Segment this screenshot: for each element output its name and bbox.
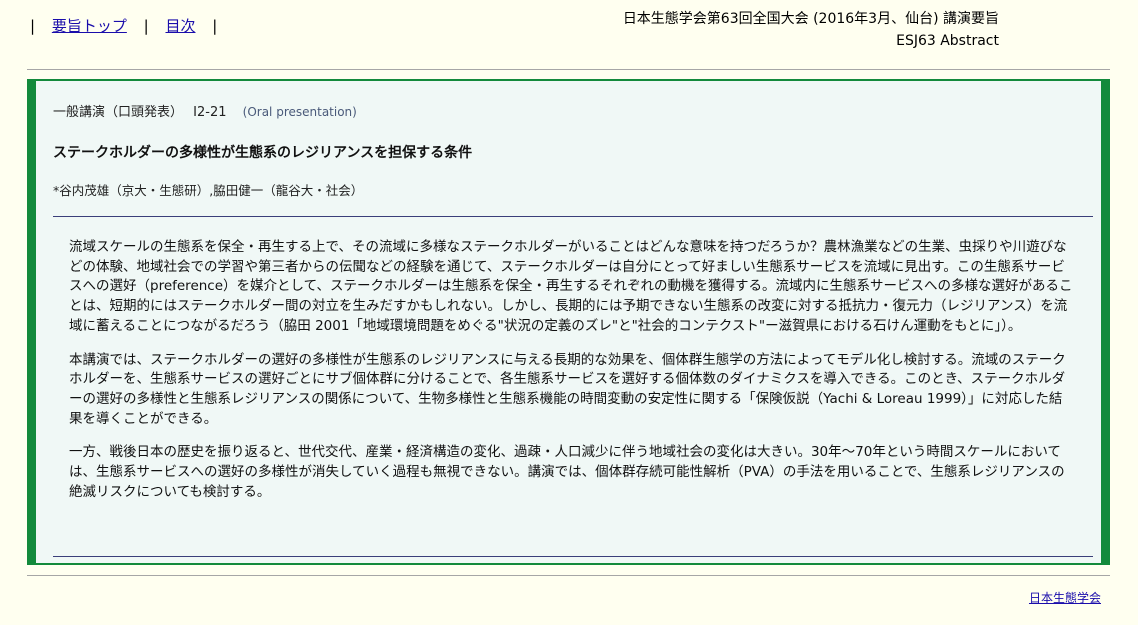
abstract-paragraph: 一方、戦後日本の歴史を振り返ると、世代交代、産業・経済構造の変化、過疎・人口減少… xyxy=(69,444,1065,500)
body-divider xyxy=(53,556,1093,557)
bottom-divider xyxy=(27,575,1110,576)
abstract-paragraph: 流域スケールの生態系を保全・再生する上で、その流域に多様なステークホルダーがいる… xyxy=(69,239,1073,334)
session-line: 一般講演（口頭発表） I2-21 (Oral presentation) xyxy=(53,101,357,124)
abstract-body: 流域スケールの生態系を保全・再生する上で、その流域に多様なステークホルダーがいる… xyxy=(69,238,1074,516)
table-of-contents-link[interactable]: 目次 xyxy=(165,17,195,35)
page: | 要旨トップ | 目次 | 日本生態学会第63回全国大会 (2016年3月、仙… xyxy=(0,0,1138,625)
presentation-type-en: (Oral presentation) xyxy=(242,105,357,119)
abstract-title: ステークホルダーの多様性が生態系のレジリアンスを担保する条件 xyxy=(53,145,473,161)
top-nav: | 要旨トップ | 目次 | xyxy=(30,16,217,36)
abstract-paragraph: 本講演では、ステークホルダーの選好の多様性が生態系のレジリアンスに与える長期的な… xyxy=(69,351,1066,427)
nav-separator: | xyxy=(143,17,149,35)
abstract-top-link[interactable]: 要旨トップ xyxy=(52,17,127,35)
society-link[interactable]: 日本生態学会 xyxy=(1029,591,1101,605)
nav-separator: | xyxy=(30,17,36,35)
author-list: *谷内茂雄（京大・生態研）,脇田健一（龍谷大・社会） xyxy=(53,183,364,198)
footer: 日本生態学会 xyxy=(1029,589,1101,607)
conference-title: 日本生態学会第63回全国大会 (2016年3月、仙台) 講演要旨 xyxy=(622,11,999,27)
nav-separator: | xyxy=(212,17,218,35)
session-type: 一般講演（口頭発表） xyxy=(53,105,184,120)
top-divider xyxy=(27,69,1110,70)
conference-subtitle: ESJ63 Abstract xyxy=(896,33,999,49)
conference-header: 日本生態学会第63回全国大会 (2016年3月、仙台) 講演要旨 ESJ63 A… xyxy=(623,8,999,52)
abstract-box: 一般講演（口頭発表） I2-21 (Oral presentation) ステー… xyxy=(27,79,1110,565)
presentation-code: I2-21 xyxy=(193,105,227,120)
header-divider xyxy=(53,216,1093,217)
